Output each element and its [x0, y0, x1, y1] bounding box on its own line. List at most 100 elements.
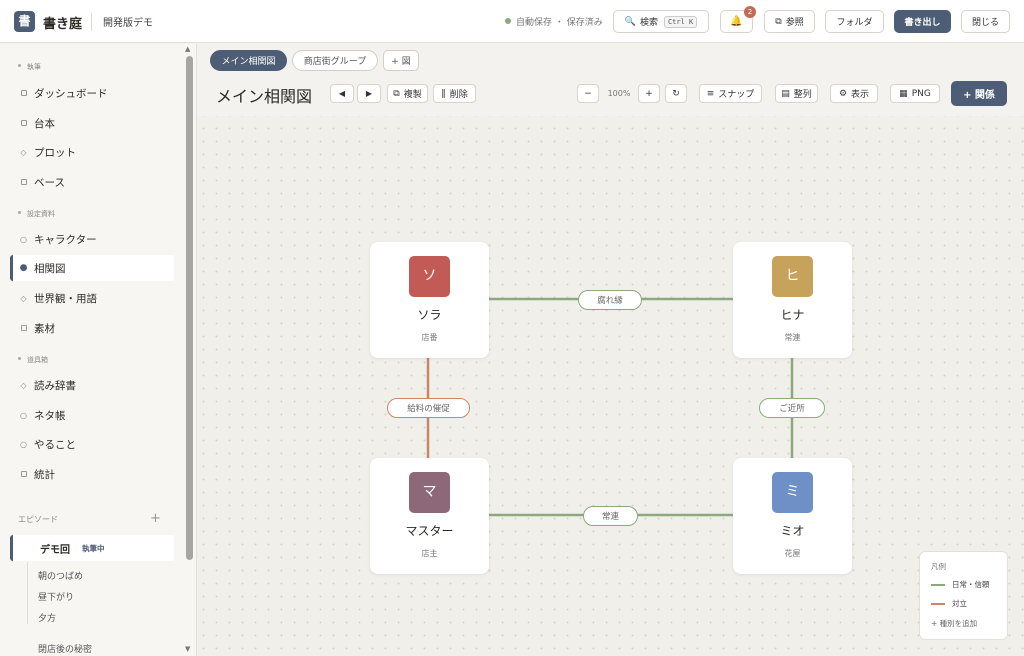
search-label: 検索 [639, 18, 658, 28]
sidebar-section-tools: 道具箱 [18, 355, 48, 365]
add-episode-button[interactable]: + [150, 511, 161, 526]
edge-label[interactable]: 給料の催促 [387, 398, 470, 418]
legend-line-icon [931, 583, 945, 586]
square-icon [19, 89, 28, 98]
sidebar-item-label: ネタ帳 [34, 409, 66, 422]
reference-label: 参照 [785, 18, 804, 28]
sidebar-item-plot[interactable]: ◇ プロット [10, 139, 174, 165]
bell-icon: 🔔 [730, 16, 743, 27]
relationship-edges [426, 297, 794, 517]
character-role: 花屋 [784, 549, 801, 558]
sidebar-item-relationship-map[interactable]: ● 相関図 [10, 255, 174, 281]
legend-panel: 凡例 日常・信頼 対立 + 種別を追加 [919, 551, 1008, 640]
sidebar-item-todo[interactable]: ○ やること [10, 431, 174, 457]
sidebar-item-idea-notebook[interactable]: ○ ネタ帳 [10, 402, 174, 428]
sidebar: 執筆 ダッシュボード 台本 ◇ プロット ベース 設定資料 ○ キャラクター ● 相関… [0, 44, 197, 656]
legend-label: 日常・信頼 [952, 580, 990, 589]
avatar: ソ [409, 256, 450, 297]
export-button[interactable]: 書き出し [894, 10, 951, 33]
circle-icon: ○ [20, 439, 27, 449]
sidebar-item-characters[interactable]: ○ キャラクター [10, 226, 174, 252]
folder-button[interactable]: フォルダ [825, 10, 884, 33]
filled-dot-icon: ● [19, 263, 28, 273]
episodes-heading: エピソード [18, 515, 58, 524]
edge-label[interactable]: 腐れ縁 [578, 290, 642, 310]
diamond-icon: ◇ [20, 293, 27, 303]
diamond-icon: ◇ [20, 380, 27, 390]
edge-label[interactable]: ご近所 [759, 398, 825, 418]
sidebar-item-label: やること [34, 438, 76, 451]
episode-status-badge: 執筆中 [82, 543, 105, 553]
export-label: 書き出し [904, 18, 941, 28]
diamond-icon: ◇ [20, 147, 27, 157]
sidebar-item-label: 読み辞書 [34, 379, 76, 392]
character-name: ヒナ [780, 308, 805, 322]
character-name: マスター [405, 524, 454, 538]
sidebar-item-label: ダッシュボード [34, 87, 108, 100]
scroll-down-icon[interactable]: ▼ [185, 645, 190, 653]
add-type-button[interactable]: + 種別を追加 [931, 618, 977, 629]
avatar: ミ [772, 472, 813, 513]
character-card-mio[interactable]: ミ ミオ 花屋 [733, 458, 852, 574]
square-icon [19, 119, 28, 128]
folder-label: フォルダ [836, 18, 873, 28]
sidebar-item-stats[interactable]: 統計 [10, 461, 174, 487]
character-name: ミオ [780, 524, 805, 538]
current-episode[interactable]: デモ回 執筆中 [10, 535, 174, 561]
sub-episode-item[interactable]: 朝のつばめ [38, 569, 83, 582]
legend-title: 凡例 [931, 562, 946, 571]
character-role: 店番 [421, 333, 438, 342]
close-button[interactable]: 閉じる [961, 10, 1010, 33]
character-card-master[interactable]: マ マスター 店主 [370, 458, 489, 574]
character-role: 店主 [421, 549, 438, 558]
close-label: 閉じる [971, 18, 999, 28]
sub-episode-item[interactable]: 昼下がり [38, 590, 74, 603]
search-button[interactable]: 🔍 検索 Ctrl K [613, 10, 709, 33]
sidebar-item-script[interactable]: 台本 [10, 110, 174, 136]
sidebar-item-materials[interactable]: 素材 [10, 315, 174, 341]
copy-icon: ⧉ [775, 16, 782, 27]
sidebar-scrollbar[interactable] [186, 56, 193, 560]
search-shortcut: Ctrl K [663, 15, 698, 28]
avatar: ヒ [772, 256, 813, 297]
legend-line-icon [931, 602, 945, 605]
episode-title: デモ回 [40, 544, 70, 556]
header-divider [91, 13, 92, 31]
scroll-up-icon[interactable]: ▲ [185, 45, 190, 53]
square-icon [19, 178, 28, 187]
sidebar-item-world-terms[interactable]: ◇ 世界観・用語 [10, 285, 174, 311]
episode-tree-line [27, 562, 28, 624]
project-name: 開発版デモ [103, 18, 153, 29]
sidebar-item-label: 素材 [34, 322, 55, 335]
edge-label[interactable]: 常連 [583, 506, 638, 526]
sidebar-item-label: 統計 [34, 468, 55, 481]
relationship-canvas[interactable]: メイン相関図 商店街グループ + 図 メイン相関図 ◀ ▶ ⧉ 複製 ‖ 削除 − … [197, 44, 1024, 656]
character-card-hina[interactable]: ヒ ヒナ 常連 [733, 242, 852, 358]
sidebar-item-label: キャラクター [34, 233, 97, 246]
sidebar-item-label: ベース [34, 176, 65, 189]
status-dot-icon [505, 18, 511, 24]
sidebar-item-label: 台本 [34, 117, 55, 130]
app-title: 書き庭 [43, 17, 83, 32]
square-icon [19, 470, 28, 479]
character-name: ソラ [417, 308, 442, 322]
square-icon [19, 324, 28, 333]
sidebar-item-label: 相関図 [34, 262, 66, 275]
sidebar-item-dashboard[interactable]: ダッシュボード [10, 80, 174, 106]
search-icon: 🔍 [624, 16, 636, 27]
reference-button[interactable]: ⧉ 参照 [764, 10, 815, 33]
legend-label: 対立 [952, 599, 967, 608]
character-card-sora[interactable]: ソ ソラ 店番 [370, 242, 489, 358]
sidebar-section-writing: 執筆 [18, 62, 41, 72]
circle-icon: ○ [20, 234, 27, 244]
character-role: 常連 [784, 333, 801, 342]
sidebar-item-label: 世界観・用語 [34, 292, 97, 305]
episode-item[interactable]: 閉店後の秘密 [38, 642, 92, 655]
sidebar-item-reading-dictionary[interactable]: ◇ 読み辞書 [10, 372, 174, 398]
sidebar-item-base[interactable]: ベース [10, 169, 174, 195]
avatar: マ [409, 472, 450, 513]
app-logo-icon: 書 [14, 11, 35, 32]
legend-item: 対立 [931, 598, 967, 609]
sidebar-section-settings: 設定資料 [18, 209, 55, 219]
sub-episode-item[interactable]: 夕方 [38, 611, 56, 624]
